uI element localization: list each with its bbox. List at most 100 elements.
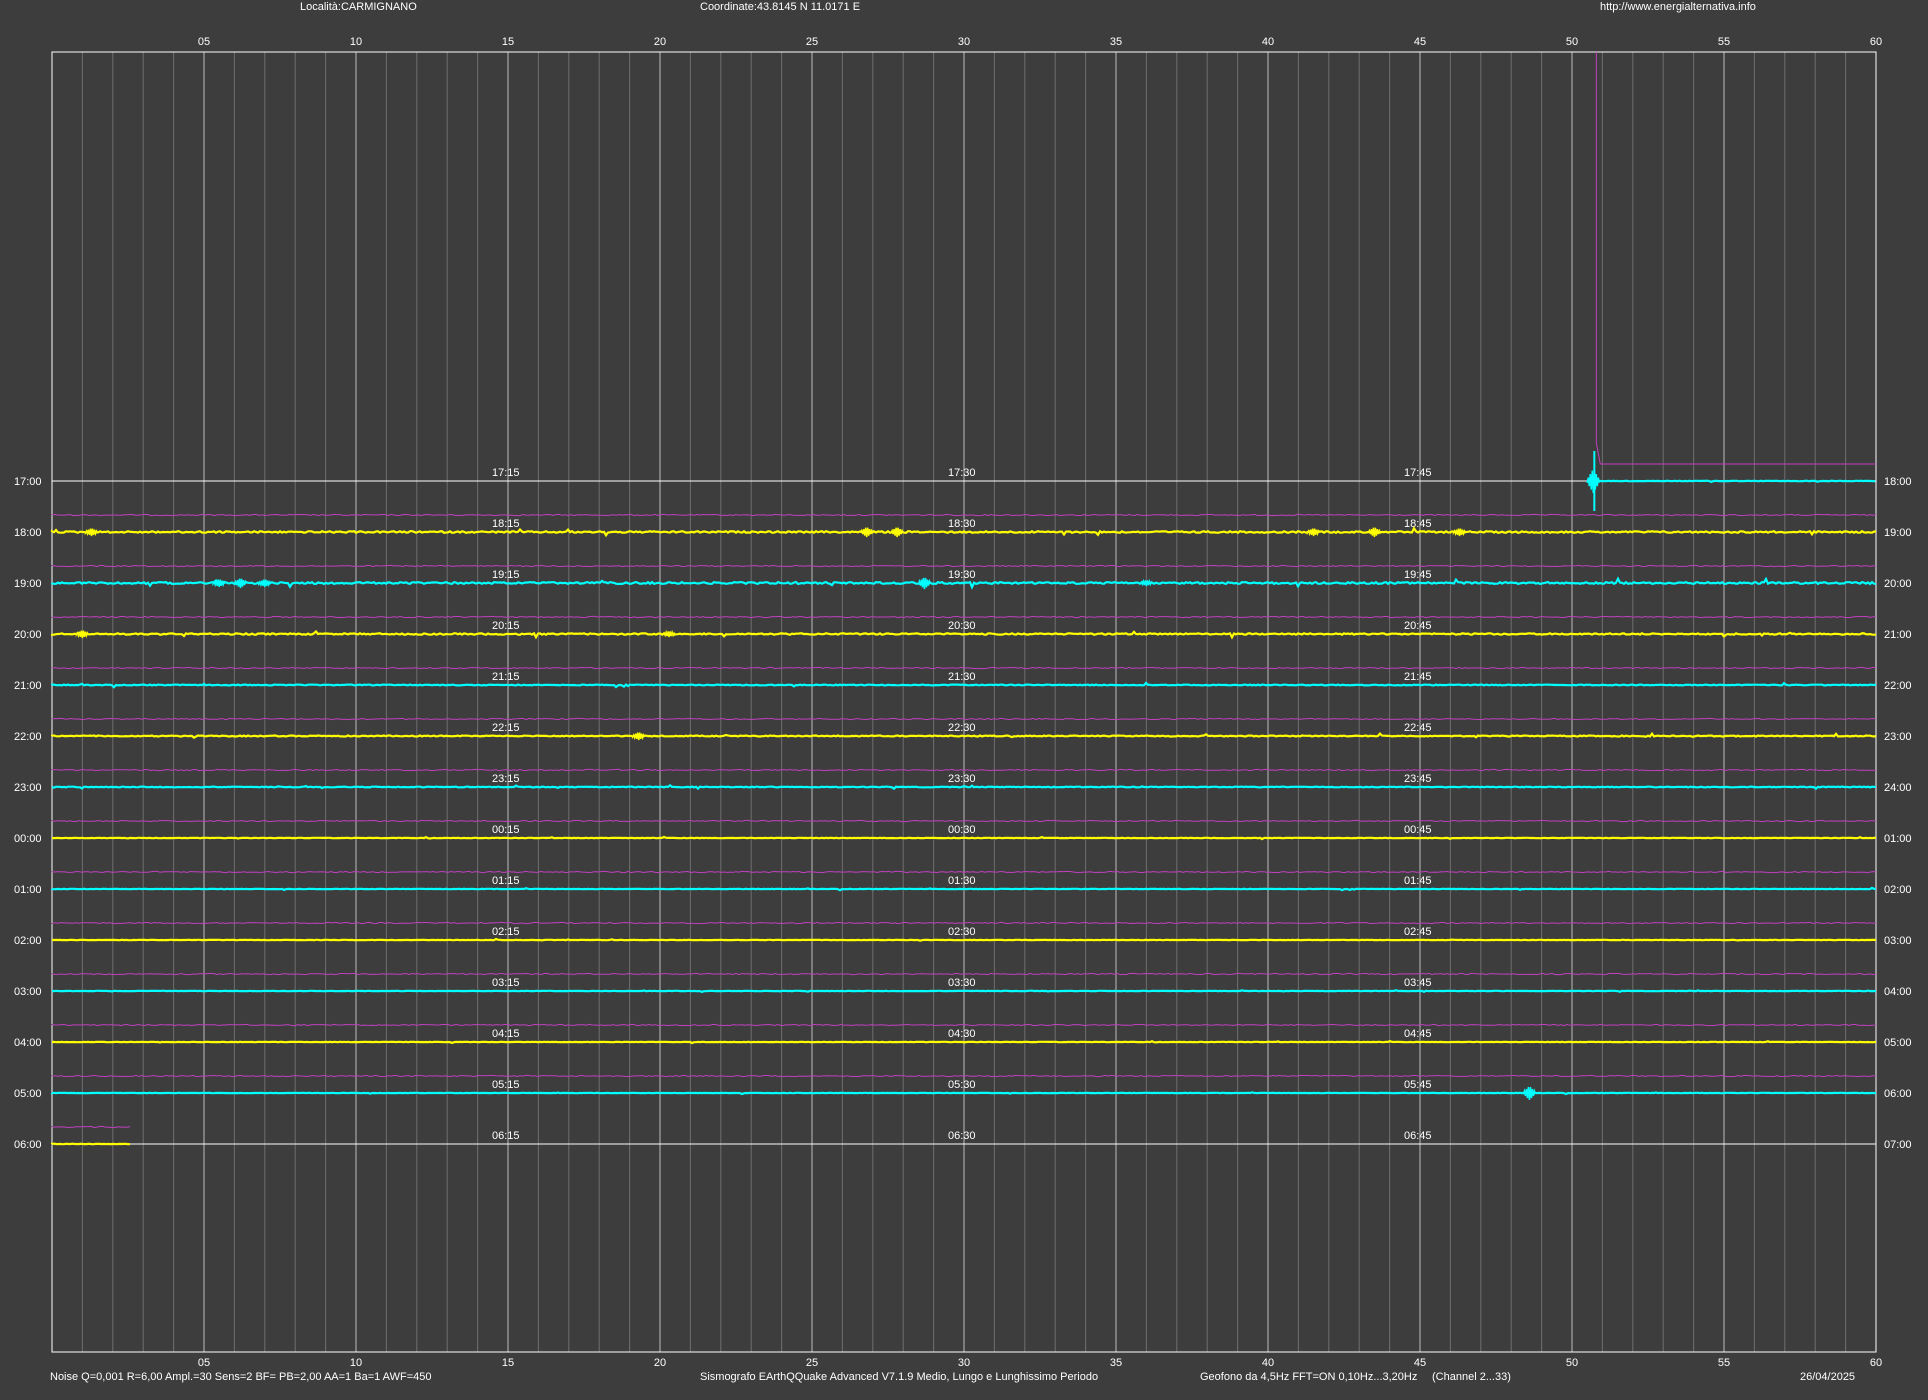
row-inline-time-label: 18:15 bbox=[492, 518, 520, 530]
row-inline-time-label: 22:45 bbox=[1404, 722, 1432, 734]
seismic-trace bbox=[50, 1091, 1877, 1096]
seismic-trace bbox=[1592, 479, 1876, 484]
row-inline-time-label: 01:15 bbox=[492, 875, 520, 887]
row-time-label-right: 20:00 bbox=[1884, 578, 1912, 590]
row-inline-time-label: 04:30 bbox=[948, 1028, 976, 1040]
row-time-label-left: 23:00 bbox=[14, 782, 42, 794]
x-tick-label-bottom: 15 bbox=[502, 1357, 514, 1369]
x-tick-label-top: 25 bbox=[806, 36, 818, 48]
seismic-event bbox=[233, 578, 248, 589]
seismic-event bbox=[1367, 527, 1382, 538]
row-inline-time-label: 18:30 bbox=[948, 518, 976, 530]
x-tick-label-bottom: 20 bbox=[654, 1357, 666, 1369]
x-tick-label-bottom: 05 bbox=[198, 1357, 210, 1369]
x-tick-label-bottom: 60 bbox=[1870, 1357, 1882, 1369]
seismic-event bbox=[890, 527, 904, 538]
x-tick-label-top: 35 bbox=[1110, 36, 1122, 48]
row-inline-time-label: 03:45 bbox=[1404, 977, 1432, 989]
row-inline-time-label: 04:45 bbox=[1404, 1028, 1432, 1040]
row-time-label-left: 02:00 bbox=[14, 935, 42, 947]
row-time-label-left: 18:00 bbox=[14, 527, 42, 539]
reference-trace bbox=[51, 1125, 131, 1129]
row-time-label-left: 03:00 bbox=[14, 986, 42, 998]
row-time-label-left: 01:00 bbox=[14, 884, 42, 896]
seismic-event bbox=[859, 527, 874, 538]
seismic-event bbox=[662, 629, 676, 638]
row-inline-time-label: 00:45 bbox=[1404, 824, 1432, 836]
seismic-trace bbox=[51, 1039, 1877, 1045]
row-inline-time-label: 22:30 bbox=[948, 722, 976, 734]
row-inline-time-label: 17:30 bbox=[948, 467, 976, 479]
row-inline-time-label: 00:30 bbox=[948, 824, 976, 836]
row-time-label-right: 06:00 bbox=[1884, 1088, 1912, 1100]
x-tick-label-top: 10 bbox=[350, 36, 362, 48]
row-time-label-right: 07:00 bbox=[1884, 1139, 1912, 1151]
row-inline-time-label: 01:45 bbox=[1404, 875, 1432, 887]
row-inline-time-label: 06:45 bbox=[1404, 1130, 1432, 1142]
seismic-event bbox=[1522, 1086, 1537, 1101]
row-time-label-right: 19:00 bbox=[1884, 527, 1912, 539]
row-inline-time-label: 00:15 bbox=[492, 824, 520, 836]
row-time-label-left: 22:00 bbox=[14, 731, 42, 743]
x-tick-label-top: 40 bbox=[1262, 36, 1274, 48]
footer-date: 26/04/2025 bbox=[1800, 1371, 1856, 1383]
row-inline-time-label: 17:45 bbox=[1404, 467, 1432, 479]
row-inline-time-label: 20:45 bbox=[1404, 620, 1432, 632]
row-time-label-left: 19:00 bbox=[14, 578, 42, 590]
seismic-event bbox=[1586, 470, 1601, 494]
row-time-label-left: 04:00 bbox=[14, 1037, 42, 1049]
row-time-label-left: 21:00 bbox=[14, 680, 42, 692]
row-inline-time-label: 23:15 bbox=[492, 773, 520, 785]
row-time-label-left: 06:00 bbox=[14, 1139, 42, 1151]
seismic-trace bbox=[51, 835, 1877, 841]
row-inline-time-label: 20:15 bbox=[492, 620, 520, 632]
row-inline-time-label: 05:15 bbox=[492, 1079, 520, 1091]
row-inline-time-label: 18:45 bbox=[1404, 518, 1432, 530]
x-tick-label-top: 45 bbox=[1414, 36, 1426, 48]
row-time-label-right: 21:00 bbox=[1884, 629, 1912, 641]
row-inline-time-label: 03:15 bbox=[492, 977, 520, 989]
x-tick-label-bottom: 40 bbox=[1262, 1357, 1274, 1369]
row-time-label-right: 04:00 bbox=[1884, 986, 1912, 998]
row-inline-time-label: 21:15 bbox=[492, 671, 520, 683]
row-time-label-right: 05:00 bbox=[1884, 1037, 1912, 1049]
row-time-label-right: 24:00 bbox=[1884, 782, 1912, 794]
x-tick-label-bottom: 55 bbox=[1718, 1357, 1730, 1369]
x-tick-label-top: 30 bbox=[958, 36, 970, 48]
seismograph-chart: 05 05 10 10 15 15 20 20 25 25 30 30 35 35 40 40 45 45 50 50… bbox=[14, 36, 1912, 1369]
website-link[interactable]: http://www.energialternativa.info bbox=[1600, 1, 1756, 13]
magenta-spike-trace bbox=[1595, 52, 1876, 465]
row-inline-time-label: 22:15 bbox=[492, 722, 520, 734]
x-tick-label-bottom: 25 bbox=[806, 1357, 818, 1369]
row-time-label-right: 23:00 bbox=[1884, 731, 1912, 743]
row-time-label-left: 20:00 bbox=[14, 629, 42, 641]
row-time-label-left: 05:00 bbox=[14, 1088, 42, 1100]
row-inline-time-label: 02:15 bbox=[492, 926, 520, 938]
seismic-event bbox=[1306, 528, 1321, 537]
x-tick-label-top: 05 bbox=[198, 36, 210, 48]
seismic-trace bbox=[52, 937, 1877, 942]
row-inline-time-label: 05:30 bbox=[948, 1079, 976, 1091]
seismic-trace bbox=[51, 989, 1877, 994]
x-tick-label-top: 50 bbox=[1566, 36, 1578, 48]
row-inline-time-label: 06:30 bbox=[948, 1130, 976, 1142]
row-inline-time-label: 20:30 bbox=[948, 620, 976, 632]
x-tick-label-top: 15 bbox=[502, 36, 514, 48]
seismic-event bbox=[631, 732, 646, 741]
row-time-label-right: 03:00 bbox=[1884, 935, 1912, 947]
row-inline-time-label: 19:45 bbox=[1404, 569, 1432, 581]
x-tick-label-bottom: 35 bbox=[1110, 1357, 1122, 1369]
row-time-label-right: 18:00 bbox=[1884, 476, 1912, 488]
x-tick-label-top: 20 bbox=[654, 36, 666, 48]
x-tick-label-top: 55 bbox=[1718, 36, 1730, 48]
footer-software: Sismografo EArthQQuake Advanced V7.1.9 M… bbox=[700, 1371, 1099, 1383]
row-inline-time-label: 01:30 bbox=[948, 875, 976, 887]
seismic-event bbox=[1452, 528, 1467, 537]
row-inline-time-label: 21:30 bbox=[948, 671, 976, 683]
row-time-label-right: 02:00 bbox=[1884, 884, 1912, 896]
row-inline-time-label: 23:30 bbox=[948, 773, 976, 785]
seismic-event bbox=[84, 528, 99, 537]
row-inline-time-label: 19:15 bbox=[492, 569, 520, 581]
location-label: Località:CARMIGNANO bbox=[300, 1, 417, 13]
seismic-trace bbox=[50, 886, 1876, 892]
